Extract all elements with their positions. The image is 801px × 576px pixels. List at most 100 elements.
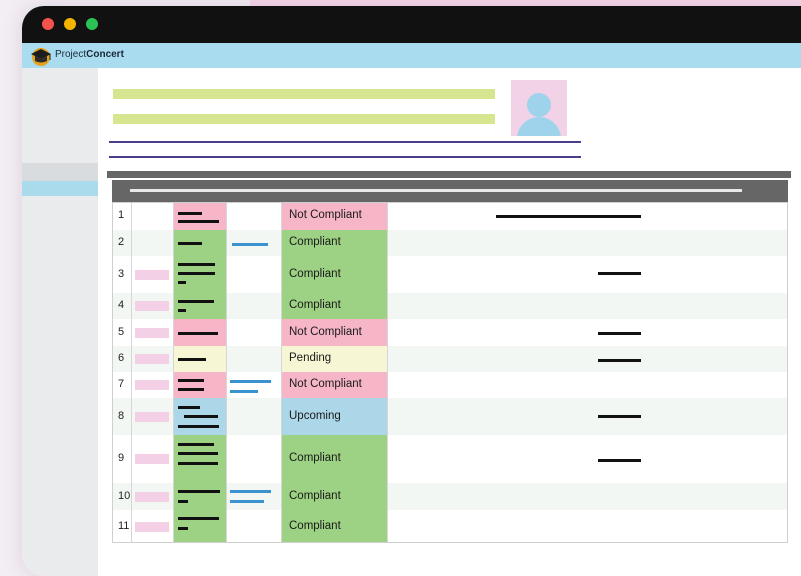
tag-chip xyxy=(135,491,169,502)
column-divider xyxy=(173,372,174,398)
column-divider xyxy=(131,293,132,319)
status-label: Compliant xyxy=(289,452,341,464)
category-cell[interactable] xyxy=(173,202,226,230)
row-number: 3 xyxy=(118,267,125,280)
maximize-window-button[interactable] xyxy=(86,18,98,30)
table-row[interactable]: 3 Compliant xyxy=(112,256,788,293)
text-placeholder xyxy=(178,490,220,493)
table-row[interactable]: 4 Compliant xyxy=(112,293,788,319)
column-divider xyxy=(387,293,388,319)
column-divider xyxy=(387,483,388,510)
column-divider xyxy=(281,510,282,543)
category-cell[interactable] xyxy=(173,372,226,398)
tag-chip xyxy=(135,301,169,311)
column-divider xyxy=(387,256,388,293)
table-row[interactable]: 5 Not Compliant xyxy=(112,319,788,346)
text-placeholder xyxy=(178,272,215,275)
row-number: 9 xyxy=(118,452,125,464)
link-placeholder[interactable] xyxy=(230,490,271,493)
column-divider xyxy=(173,510,174,543)
avatar-body xyxy=(517,117,561,136)
text-placeholder xyxy=(178,517,219,520)
graduation-cap-icon xyxy=(31,48,51,66)
text-placeholder xyxy=(178,388,204,391)
row-number: 7 xyxy=(118,378,125,390)
tag-chip xyxy=(135,411,169,422)
column-divider xyxy=(173,293,174,319)
row-number: 6 xyxy=(118,352,125,364)
table-row[interactable]: 11 Compliant xyxy=(112,510,788,543)
link-placeholder[interactable] xyxy=(232,243,268,246)
text-placeholder xyxy=(184,415,218,418)
column-divider xyxy=(131,510,132,543)
brand-suffix: Concert xyxy=(86,49,124,60)
link-placeholder[interactable] xyxy=(230,380,271,383)
text-placeholder xyxy=(178,406,200,409)
category-cell[interactable] xyxy=(173,293,226,319)
column-divider xyxy=(387,435,388,483)
column-divider xyxy=(281,483,282,510)
sidebar-item[interactable] xyxy=(22,163,98,181)
link-placeholder[interactable] xyxy=(230,390,258,393)
column-divider xyxy=(281,319,282,346)
column-divider xyxy=(173,256,174,293)
column-divider xyxy=(173,398,174,435)
text-placeholder xyxy=(178,242,202,245)
status-label: Not Compliant xyxy=(289,325,362,338)
text-placeholder xyxy=(598,332,641,335)
text-placeholder xyxy=(178,527,188,530)
column-divider xyxy=(281,372,282,398)
column-divider xyxy=(387,319,388,346)
text-placeholder xyxy=(178,220,219,223)
close-window-button[interactable] xyxy=(42,18,54,30)
table-row[interactable]: 2 Compliant xyxy=(112,230,788,256)
text-placeholder xyxy=(178,281,186,284)
tag-chip xyxy=(135,454,169,464)
column-divider xyxy=(226,398,227,435)
title-bar xyxy=(22,6,801,43)
column-divider xyxy=(131,346,132,372)
text-placeholder xyxy=(178,212,202,215)
tag-chip xyxy=(135,521,169,532)
brand-prefix: Project xyxy=(55,49,87,60)
status-label: Compliant xyxy=(289,519,341,532)
text-placeholder xyxy=(178,500,188,503)
column-divider xyxy=(131,372,132,398)
status-label: Upcoming xyxy=(289,409,341,422)
minimize-window-button[interactable] xyxy=(64,18,76,30)
column-divider xyxy=(281,293,282,319)
column-divider xyxy=(226,372,227,398)
app-brand[interactable]: ProjectConcert xyxy=(55,49,124,60)
table-row[interactable]: 1 Not Compliant xyxy=(112,202,788,230)
column-divider xyxy=(387,398,388,435)
text-placeholder xyxy=(178,332,218,335)
column-divider xyxy=(226,202,227,230)
table-top-bar xyxy=(107,171,791,178)
table-row[interactable]: 6 Pending xyxy=(112,346,788,372)
avatar[interactable] xyxy=(511,80,567,136)
status-label: Pending xyxy=(289,352,332,364)
column-divider xyxy=(226,483,227,510)
sidebar-item-active[interactable] xyxy=(22,181,98,196)
text-placeholder xyxy=(598,359,641,362)
divider xyxy=(109,141,581,143)
table-row[interactable]: 7 Not Compliant xyxy=(112,372,788,398)
text-placeholder xyxy=(178,263,215,266)
column-divider xyxy=(226,435,227,483)
column-divider xyxy=(131,256,132,293)
status-label: Compliant xyxy=(289,267,341,280)
table-row[interactable]: 10 Compliant xyxy=(112,483,788,510)
status-label: Not Compliant xyxy=(289,378,362,390)
table-row[interactable]: 8 Upcoming xyxy=(112,398,788,435)
app-header: ProjectConcert xyxy=(22,43,801,68)
column-divider xyxy=(281,398,282,435)
text-placeholder xyxy=(178,462,218,465)
divider xyxy=(109,156,581,158)
column-divider xyxy=(131,435,132,483)
column-divider xyxy=(131,398,132,435)
category-cell[interactable] xyxy=(173,483,226,510)
column-divider xyxy=(281,435,282,483)
table-row[interactable]: 9 Compliant xyxy=(112,435,788,483)
highlight-line xyxy=(113,89,495,99)
link-placeholder[interactable] xyxy=(230,500,264,503)
